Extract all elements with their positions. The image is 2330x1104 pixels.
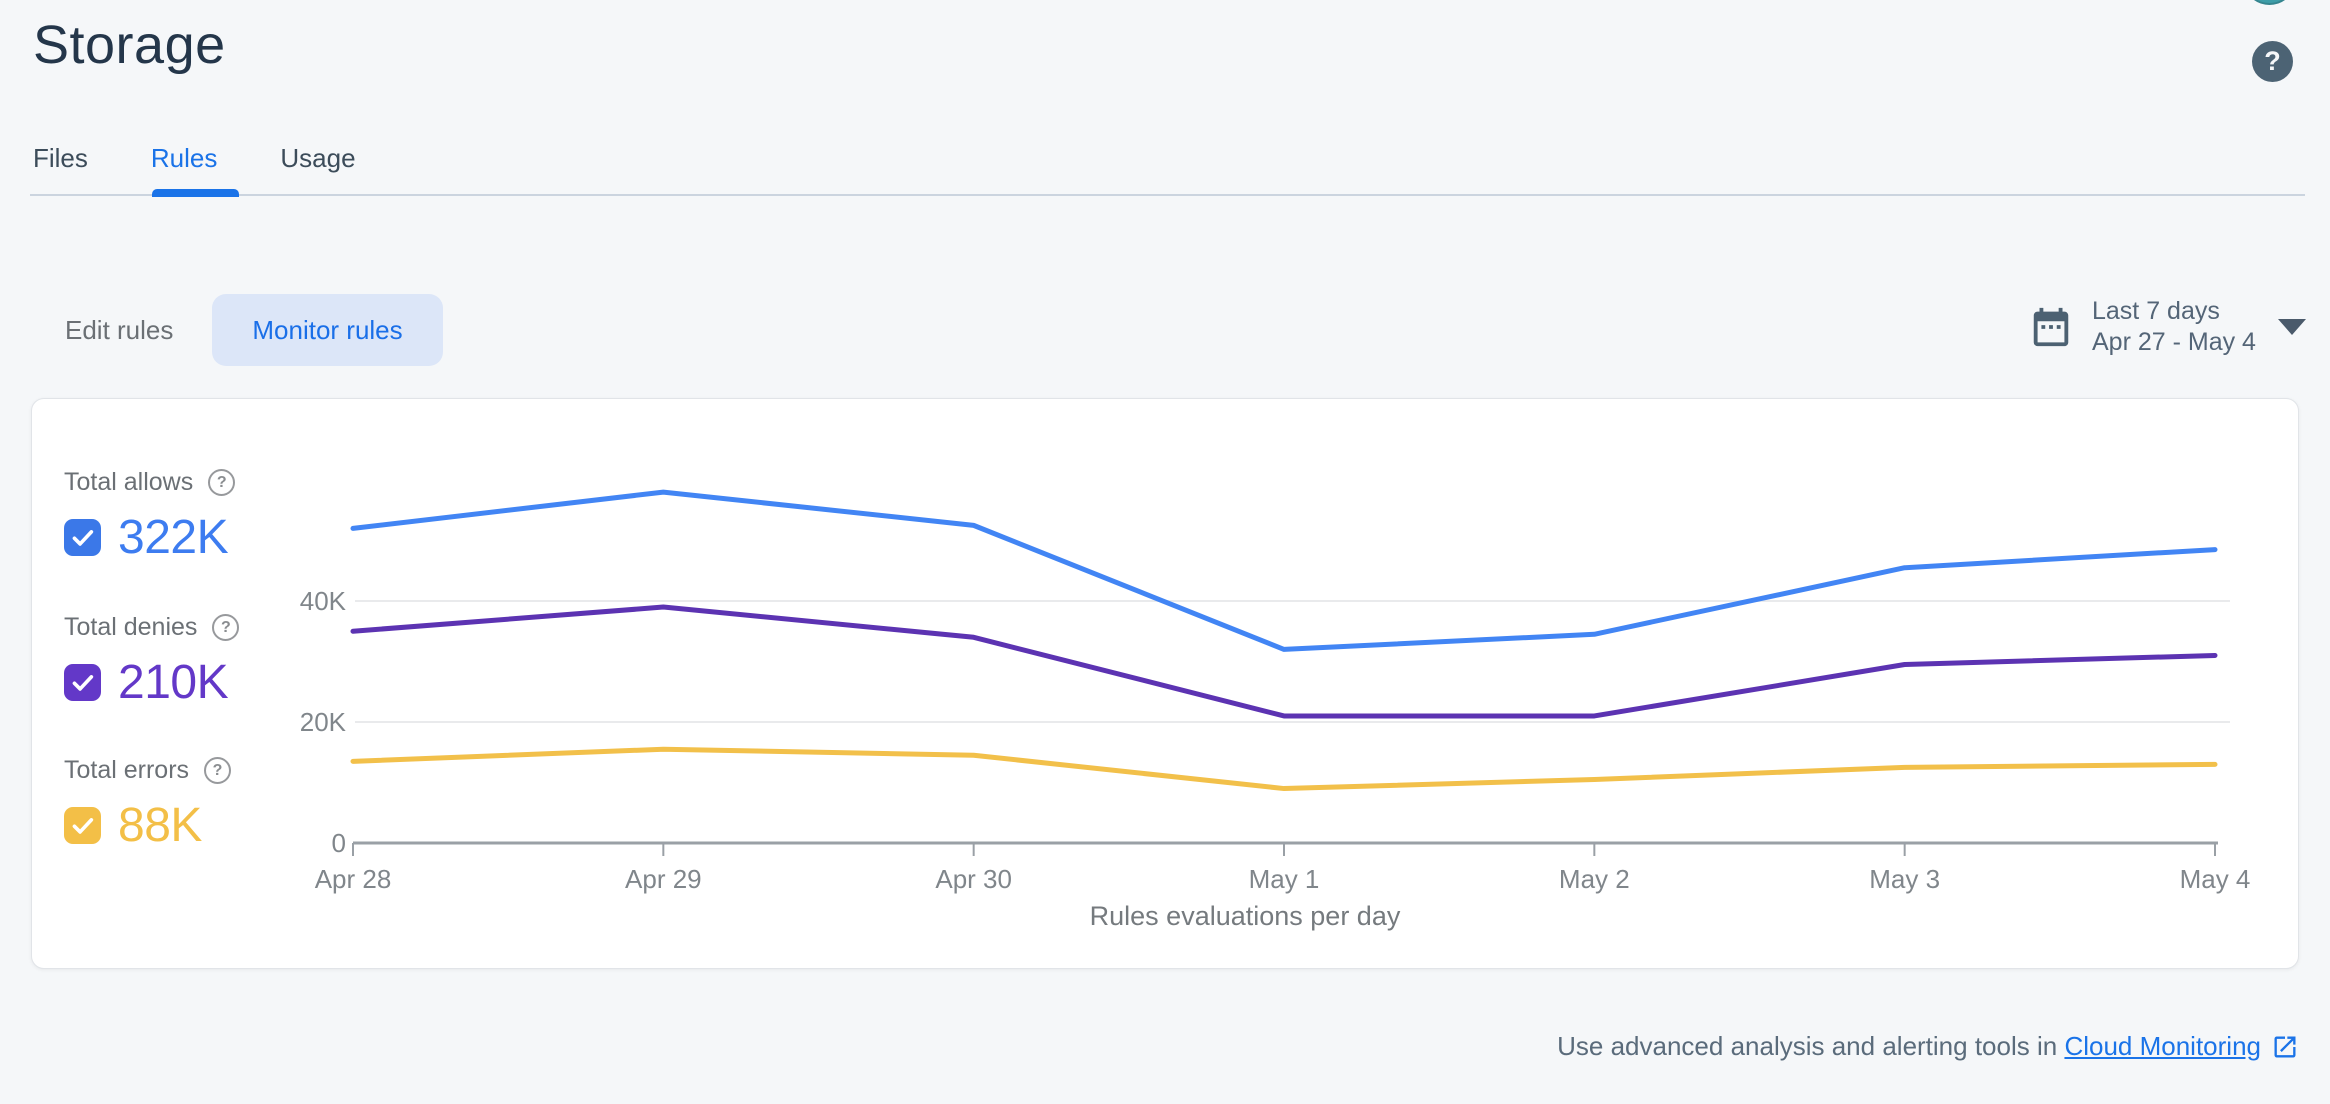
chevron-down-icon [2277, 319, 2306, 335]
svg-text:May 2: May 2 [1559, 864, 1630, 894]
date-range-text: Last 7 days Apr 27 - May 4 [2092, 296, 2256, 358]
help-glyph: ? [2264, 46, 2281, 76]
monitor-rules-label: Monitor rules [252, 314, 403, 345]
legend-label: Total allows [64, 468, 194, 496]
page-title: Storage [33, 15, 226, 75]
storage-monitor-page: ? Storage Files Rules Usage Edit rules M… [0, 0, 2330, 1104]
monitor-rules-button[interactable]: Monitor rules [212, 294, 443, 366]
tab-files[interactable]: Files [33, 143, 88, 174]
svg-text:May 3: May 3 [1869, 864, 1940, 894]
tab-rules[interactable]: Rules [151, 143, 217, 174]
footer-note: Use advanced analysis and alerting tools… [1557, 1031, 2299, 1062]
help-glyph: ? [216, 473, 227, 491]
svg-text:40K: 40K [300, 586, 347, 616]
help-icon[interactable]: ? [2252, 41, 2293, 82]
legend-total-errors: Total errors ? 88K [64, 756, 232, 853]
help-glyph: ? [221, 618, 231, 636]
footer-text: Use advanced analysis and alerting tools… [1557, 1031, 2065, 1061]
calendar-icon [2033, 307, 2069, 347]
series-total-value: 322K [118, 511, 229, 564]
rules-evaluations-chart: 0 20K 40K Apr 28 Apr 29 Apr 30 May 1 May 2 May 3… [300, 489, 2251, 894]
checkmark-icon [72, 818, 94, 834]
series-checkbox[interactable] [64, 664, 101, 701]
svg-text:Apr 30: Apr 30 [935, 864, 1012, 894]
tab-bar: Files Rules Usage [33, 143, 356, 174]
svg-text:0: 0 [332, 828, 346, 858]
svg-text:May 4: May 4 [2180, 864, 2251, 894]
svg-text:Apr 28: Apr 28 [315, 864, 392, 894]
date-range-label: Last 7 days [2092, 297, 2220, 325]
legend-total-allows: Total allows ? 322K [64, 468, 236, 565]
series-checkbox[interactable] [64, 519, 101, 556]
tab-usage[interactable]: Usage [280, 143, 355, 174]
external-link-icon[interactable] [2271, 1033, 2299, 1061]
active-tab-indicator [152, 189, 239, 197]
chart-title: Rules evaluations per day [1089, 901, 1401, 931]
checkmark-icon [72, 530, 94, 546]
tab-divider [30, 194, 2305, 196]
user-avatar[interactable] [2243, 0, 2296, 5]
date-range-selector[interactable]: Last 7 days Apr 27 - May 4 [2028, 296, 2306, 358]
edit-rules-button[interactable]: Edit rules [65, 315, 173, 346]
help-glyph: ? [212, 761, 223, 779]
cloud-monitoring-link[interactable]: Cloud Monitoring [2064, 1031, 2261, 1062]
series-total-value: 88K [118, 799, 202, 852]
legend-label: Total denies [64, 613, 198, 641]
date-range-dates: Apr 27 - May 4 [2092, 328, 2256, 356]
checkmark-icon [72, 675, 94, 691]
help-icon[interactable]: ? [208, 469, 236, 496]
series-checkbox[interactable] [64, 807, 101, 844]
svg-text:Apr 29: Apr 29 [625, 864, 702, 894]
svg-text:20K: 20K [300, 707, 347, 737]
legend-total-denies: Total denies ? 210K [64, 613, 240, 710]
svg-text:May 1: May 1 [1249, 864, 1320, 894]
help-icon[interactable]: ? [204, 757, 232, 784]
series-total-value: 210K [118, 656, 229, 709]
help-icon[interactable]: ? [212, 614, 240, 641]
legend-label: Total errors [64, 756, 190, 784]
